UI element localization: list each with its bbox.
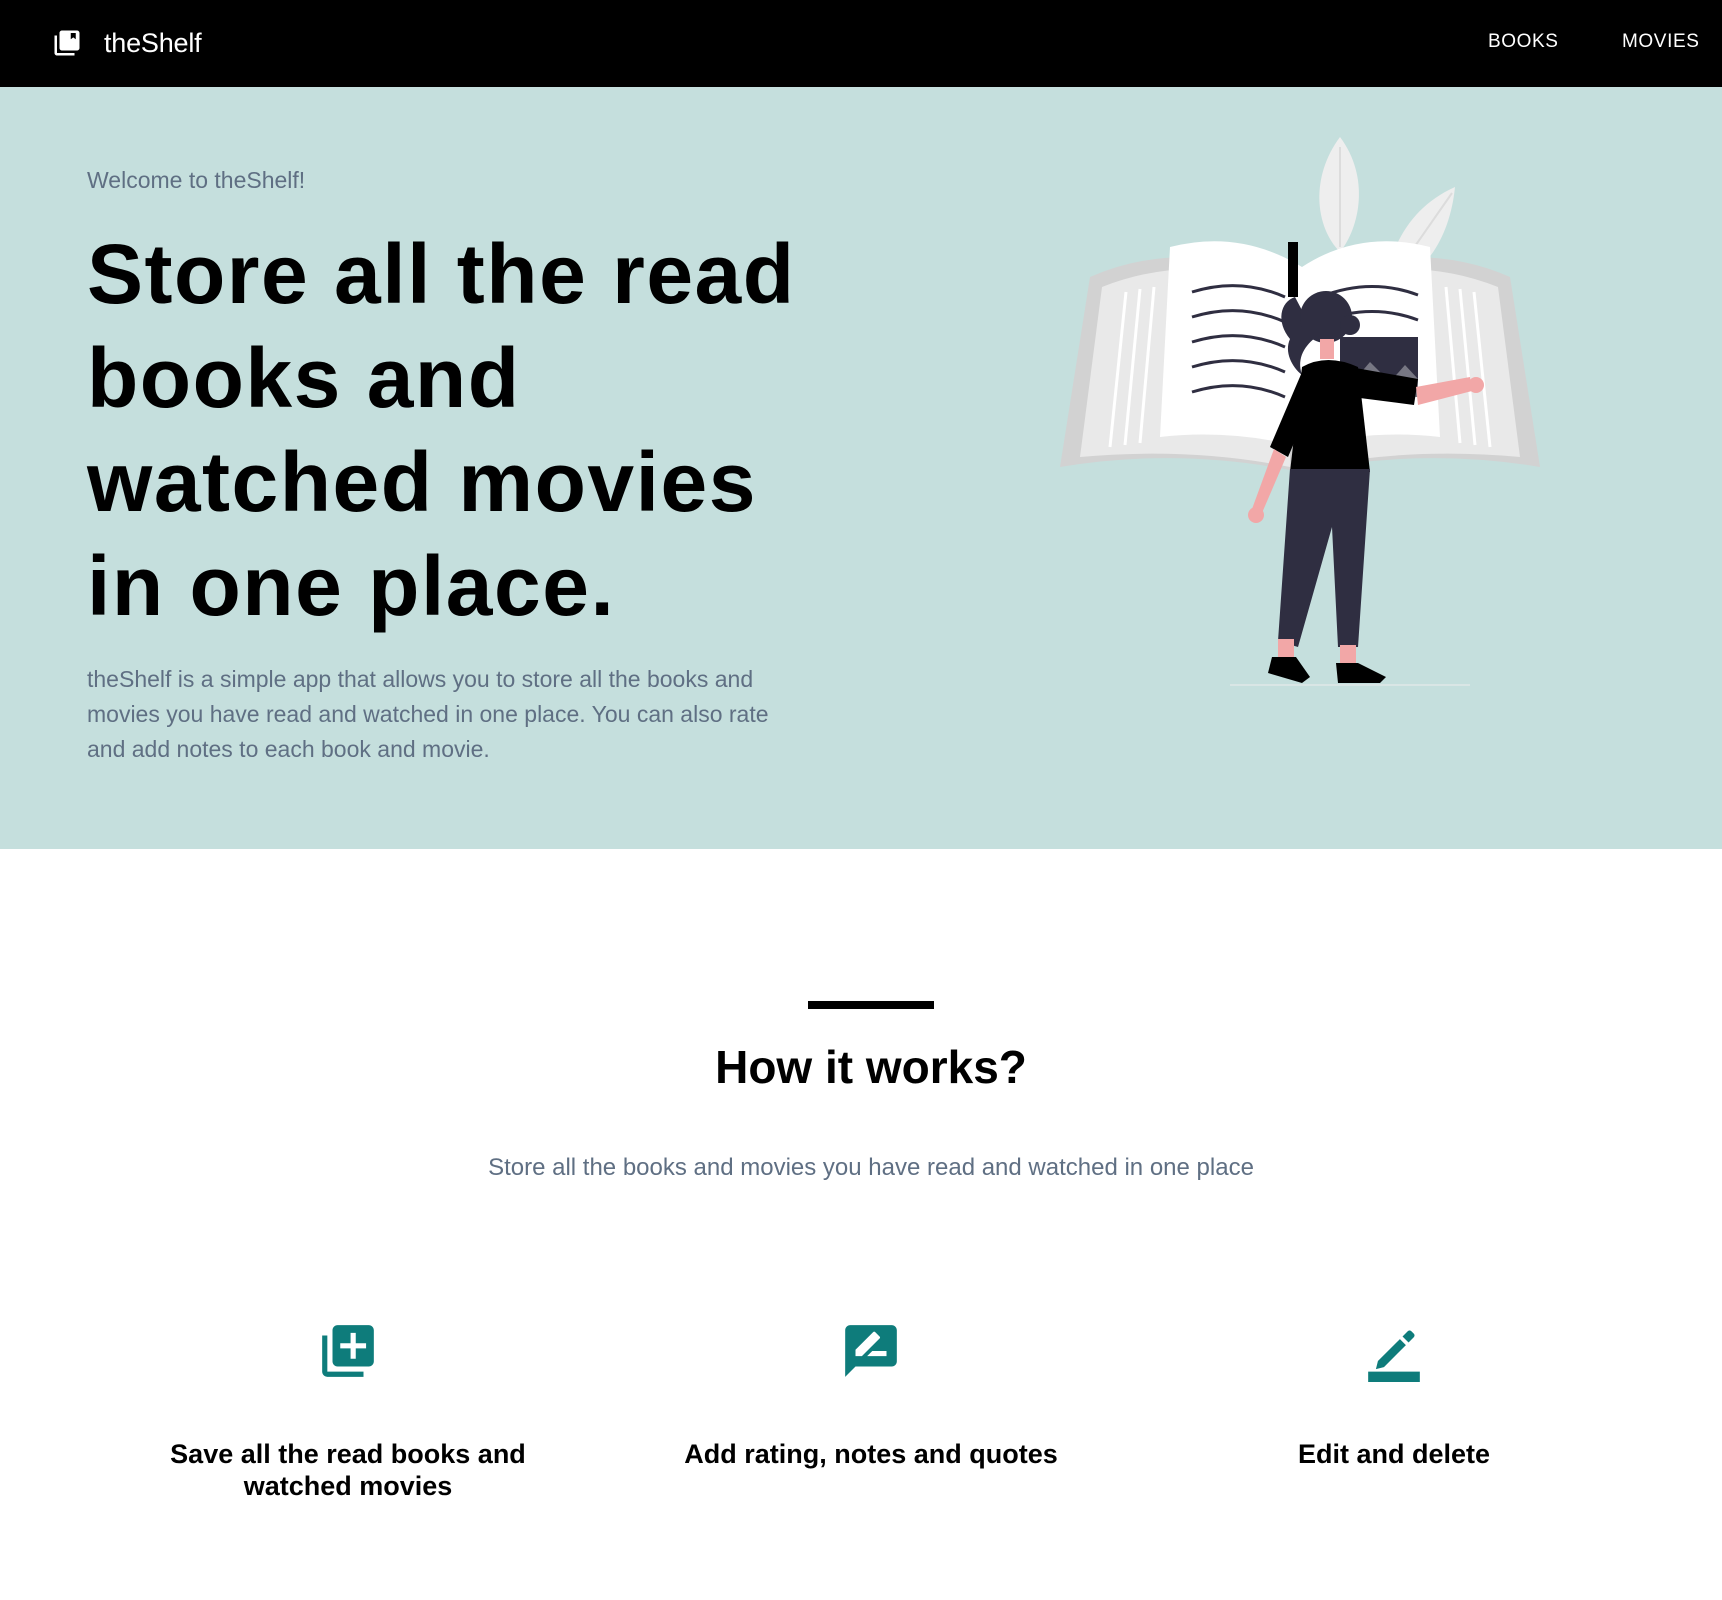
hero-headline: Store all the read books and watched mov… [87, 227, 796, 633]
feature-edit-label: Edit and delete [1297, 1439, 1491, 1469]
library-books-icon [54, 30, 80, 56]
nav-books-link[interactable]: BOOKS [1488, 31, 1559, 53]
brand-name: theShelf [104, 27, 202, 58]
feature-rate: Add rating, notes and quotes [661, 1320, 1081, 1470]
feature-rate-label: Add rating, notes and quotes [684, 1439, 1058, 1469]
feature-save: Save all the read books and watched movi… [138, 1320, 558, 1502]
welcome-text: Welcome to theShelf! [87, 167, 306, 193]
woman-reading-book-illustration [1060, 137, 1540, 686]
brand-home-link[interactable]: theShelf [52, 26, 202, 60]
section-divider [808, 1001, 934, 1009]
library-add-icon [322, 1325, 374, 1377]
hero-description: theShelf is a simple app that allows you… [87, 666, 769, 762]
nav-movies-link[interactable]: MOVIES [1622, 31, 1700, 53]
top-navbar: theShelf BOOKS MOVIES [0, 0, 1722, 87]
edit-icon [1368, 1330, 1420, 1382]
how-it-works-title: How it works? [715, 1041, 1027, 1093]
feature-edit: Edit and delete [1184, 1320, 1604, 1470]
hero-section: Welcome to theShelf! Store all the read … [0, 87, 1722, 849]
feature-save-label: Save all the read books and watched movi… [170, 1439, 526, 1501]
rate-review-icon [845, 1325, 897, 1377]
how-it-works-subtitle: Store all the books and movies you have … [488, 1154, 1254, 1181]
